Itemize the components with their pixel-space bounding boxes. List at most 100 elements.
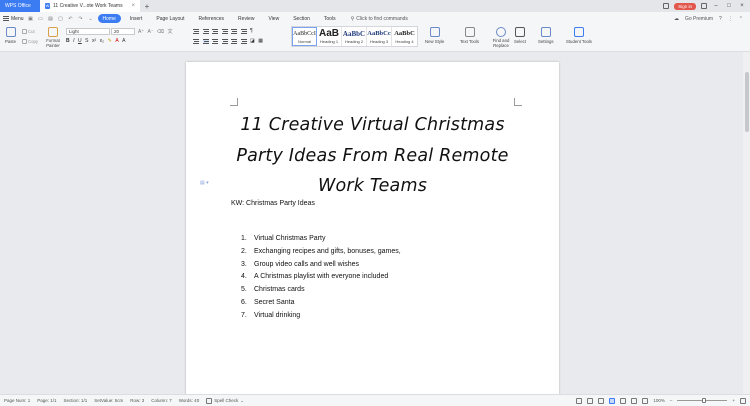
status-page[interactable]: Page: 1/1 (37, 398, 56, 403)
style-heading-2[interactable]: AaBbC Heading 2 (342, 27, 367, 46)
style-heading-4[interactable]: AaBbC Heading 4 (392, 27, 417, 46)
status-words[interactable]: Words: 40 (179, 398, 199, 403)
text-tools-button[interactable]: Text Tools (460, 27, 479, 44)
tab-review[interactable]: Review (233, 14, 259, 23)
sort-icon[interactable] (240, 28, 247, 34)
zoom-level[interactable]: 100% (653, 398, 665, 403)
tab-home[interactable]: Home (97, 14, 121, 23)
grow-font-icon[interactable]: A⁺ (138, 29, 144, 35)
maximize-button[interactable]: □ (725, 3, 733, 9)
zoom-out-button[interactable]: – (670, 398, 673, 403)
help-icon[interactable]: ? (719, 16, 722, 22)
paste-button[interactable]: Paste (5, 27, 16, 44)
format-painter-button[interactable]: Format Painter (43, 27, 63, 48)
shrink-font-icon[interactable]: A⁻ (147, 29, 153, 35)
close-tab-icon[interactable]: × (131, 3, 135, 9)
bold-icon[interactable]: B (66, 38, 70, 44)
strikethrough-icon[interactable]: S (85, 38, 88, 44)
spell-check-toggle[interactable]: Spell Check ⌄ (206, 397, 244, 404)
preview-icon[interactable]: ▢ (58, 16, 64, 22)
web-layout-icon[interactable] (620, 397, 627, 404)
new-style-button[interactable]: New Style (425, 27, 444, 44)
tab-view[interactable]: View (263, 14, 284, 23)
document-page[interactable]: 11 Creative Virtual Christmas Party Idea… (186, 62, 559, 402)
highlight-icon[interactable]: ✎ (108, 38, 112, 44)
decrease-indent-icon[interactable] (212, 28, 218, 34)
increase-indent-icon[interactable] (221, 28, 228, 34)
list-item[interactable]: 7. Virtual drinking (241, 312, 401, 325)
print-icon[interactable]: ▤ (48, 16, 54, 22)
status-page-num[interactable]: Page Num: 1 (4, 398, 30, 403)
shading-icon[interactable]: ◪ (250, 38, 255, 44)
copy-button[interactable]: Copy (22, 39, 38, 44)
chevron-down-icon[interactable]: ⌄ (88, 16, 94, 22)
list-item[interactable]: 6. Secret Santa (241, 299, 401, 312)
select-button[interactable]: Select (514, 27, 526, 44)
line-spacing-icon[interactable] (231, 28, 237, 34)
style-heading-3[interactable]: AaBbCc Heading 3 (367, 27, 392, 46)
list-item[interactable]: 2. Exchanging recipes and gifts, bonuses,… (241, 248, 401, 261)
borders-icon[interactable]: ▦ (258, 38, 263, 44)
tab-insert[interactable]: Insert (125, 14, 148, 23)
window-layout-icon[interactable] (663, 3, 670, 9)
close-window-button[interactable]: × (738, 3, 746, 9)
phonetic-icon[interactable]: 文 (168, 28, 173, 35)
justify-icon[interactable] (221, 38, 228, 44)
fit-page-icon[interactable] (740, 397, 746, 404)
undo-icon[interactable]: ↶ (68, 16, 74, 22)
go-premium-link[interactable]: Go Premium (685, 16, 713, 22)
font-color-icon[interactable]: A (115, 38, 118, 44)
paragraph-handle-icon[interactable]: ▤ ▾ (200, 180, 209, 186)
save-icon[interactable]: ▣ (28, 16, 34, 22)
style-normal[interactable]: AaBbCcI Normal (292, 27, 317, 46)
globe-icon[interactable] (642, 397, 649, 404)
status-section[interactable]: Section: 1/1 (64, 398, 88, 403)
collapse-ribbon-icon[interactable]: ⌃ (739, 16, 743, 22)
command-search[interactable]: ⚲ Click to find commands (351, 16, 408, 22)
outline-view-icon[interactable] (598, 397, 605, 404)
settings-button[interactable]: Settings (538, 27, 554, 44)
font-name-select[interactable]: Light (66, 28, 110, 35)
list-item[interactable]: 5. Christmas cards (241, 286, 401, 299)
show-marks-icon[interactable]: ¶ (250, 28, 253, 34)
sign-in-button[interactable]: Sign in (674, 2, 696, 10)
style-heading-1[interactable]: AaB Heading 1 (317, 27, 342, 46)
paragraph-spacing-icon[interactable] (240, 38, 247, 44)
clear-format-icon[interactable]: ⌫ (157, 29, 164, 35)
new-tab-button[interactable]: + (140, 2, 154, 11)
cut-button[interactable]: Cut (22, 29, 35, 34)
zoom-slider-handle[interactable] (702, 398, 707, 403)
list-item[interactable]: 4. A Christmas playlist with everyone inc… (241, 273, 401, 286)
scrollbar-thumb[interactable] (745, 72, 749, 132)
reading-mode-icon[interactable] (631, 397, 638, 404)
list-item[interactable]: 1. Virtual Christmas Party (241, 235, 401, 248)
zoom-slider[interactable] (677, 398, 728, 403)
minimize-button[interactable]: – (712, 3, 720, 9)
tab-references[interactable]: References (193, 14, 229, 23)
subscript-icon[interactable]: x₂ (100, 38, 104, 44)
keyword-line[interactable]: KW: Christmas Party Ideas (231, 200, 315, 207)
align-right-icon[interactable] (212, 38, 218, 44)
list-item[interactable]: 3. Group video calls and well wishes (241, 261, 401, 274)
document-tab[interactable]: W 11 Creative V...ote Work Teams × (40, 0, 140, 12)
vertical-scrollbar[interactable] (743, 52, 750, 394)
italic-icon[interactable]: I (73, 38, 74, 44)
bullet-list-icon[interactable] (193, 28, 199, 34)
tab-section[interactable]: Section (288, 14, 315, 23)
eye-protection-icon[interactable] (587, 397, 594, 404)
protect-icon[interactable] (576, 397, 583, 404)
document-title[interactable]: 11 Creative Virtual Christmas Party Idea… (230, 110, 515, 202)
status-set-value[interactable]: SetValue: 5cm (94, 398, 123, 403)
redo-icon[interactable]: ↷ (78, 16, 84, 22)
underline-icon[interactable]: U (78, 38, 82, 44)
numbered-list-icon[interactable] (202, 28, 209, 34)
print-layout-icon[interactable] (609, 397, 616, 404)
font-size-select[interactable]: 20 (111, 28, 135, 35)
find-replace-button[interactable]: Find and Replace (490, 27, 512, 48)
main-menu-button[interactable]: Menu (3, 16, 24, 22)
cloud-icon[interactable]: ☁ (674, 16, 679, 22)
account-icon[interactable] (701, 3, 707, 9)
document-canvas[interactable]: 11 Creative Virtual Christmas Party Idea… (0, 52, 750, 402)
student-tools-button[interactable]: Student Tools (566, 27, 592, 44)
open-folder-icon[interactable]: ▭ (38, 16, 44, 22)
